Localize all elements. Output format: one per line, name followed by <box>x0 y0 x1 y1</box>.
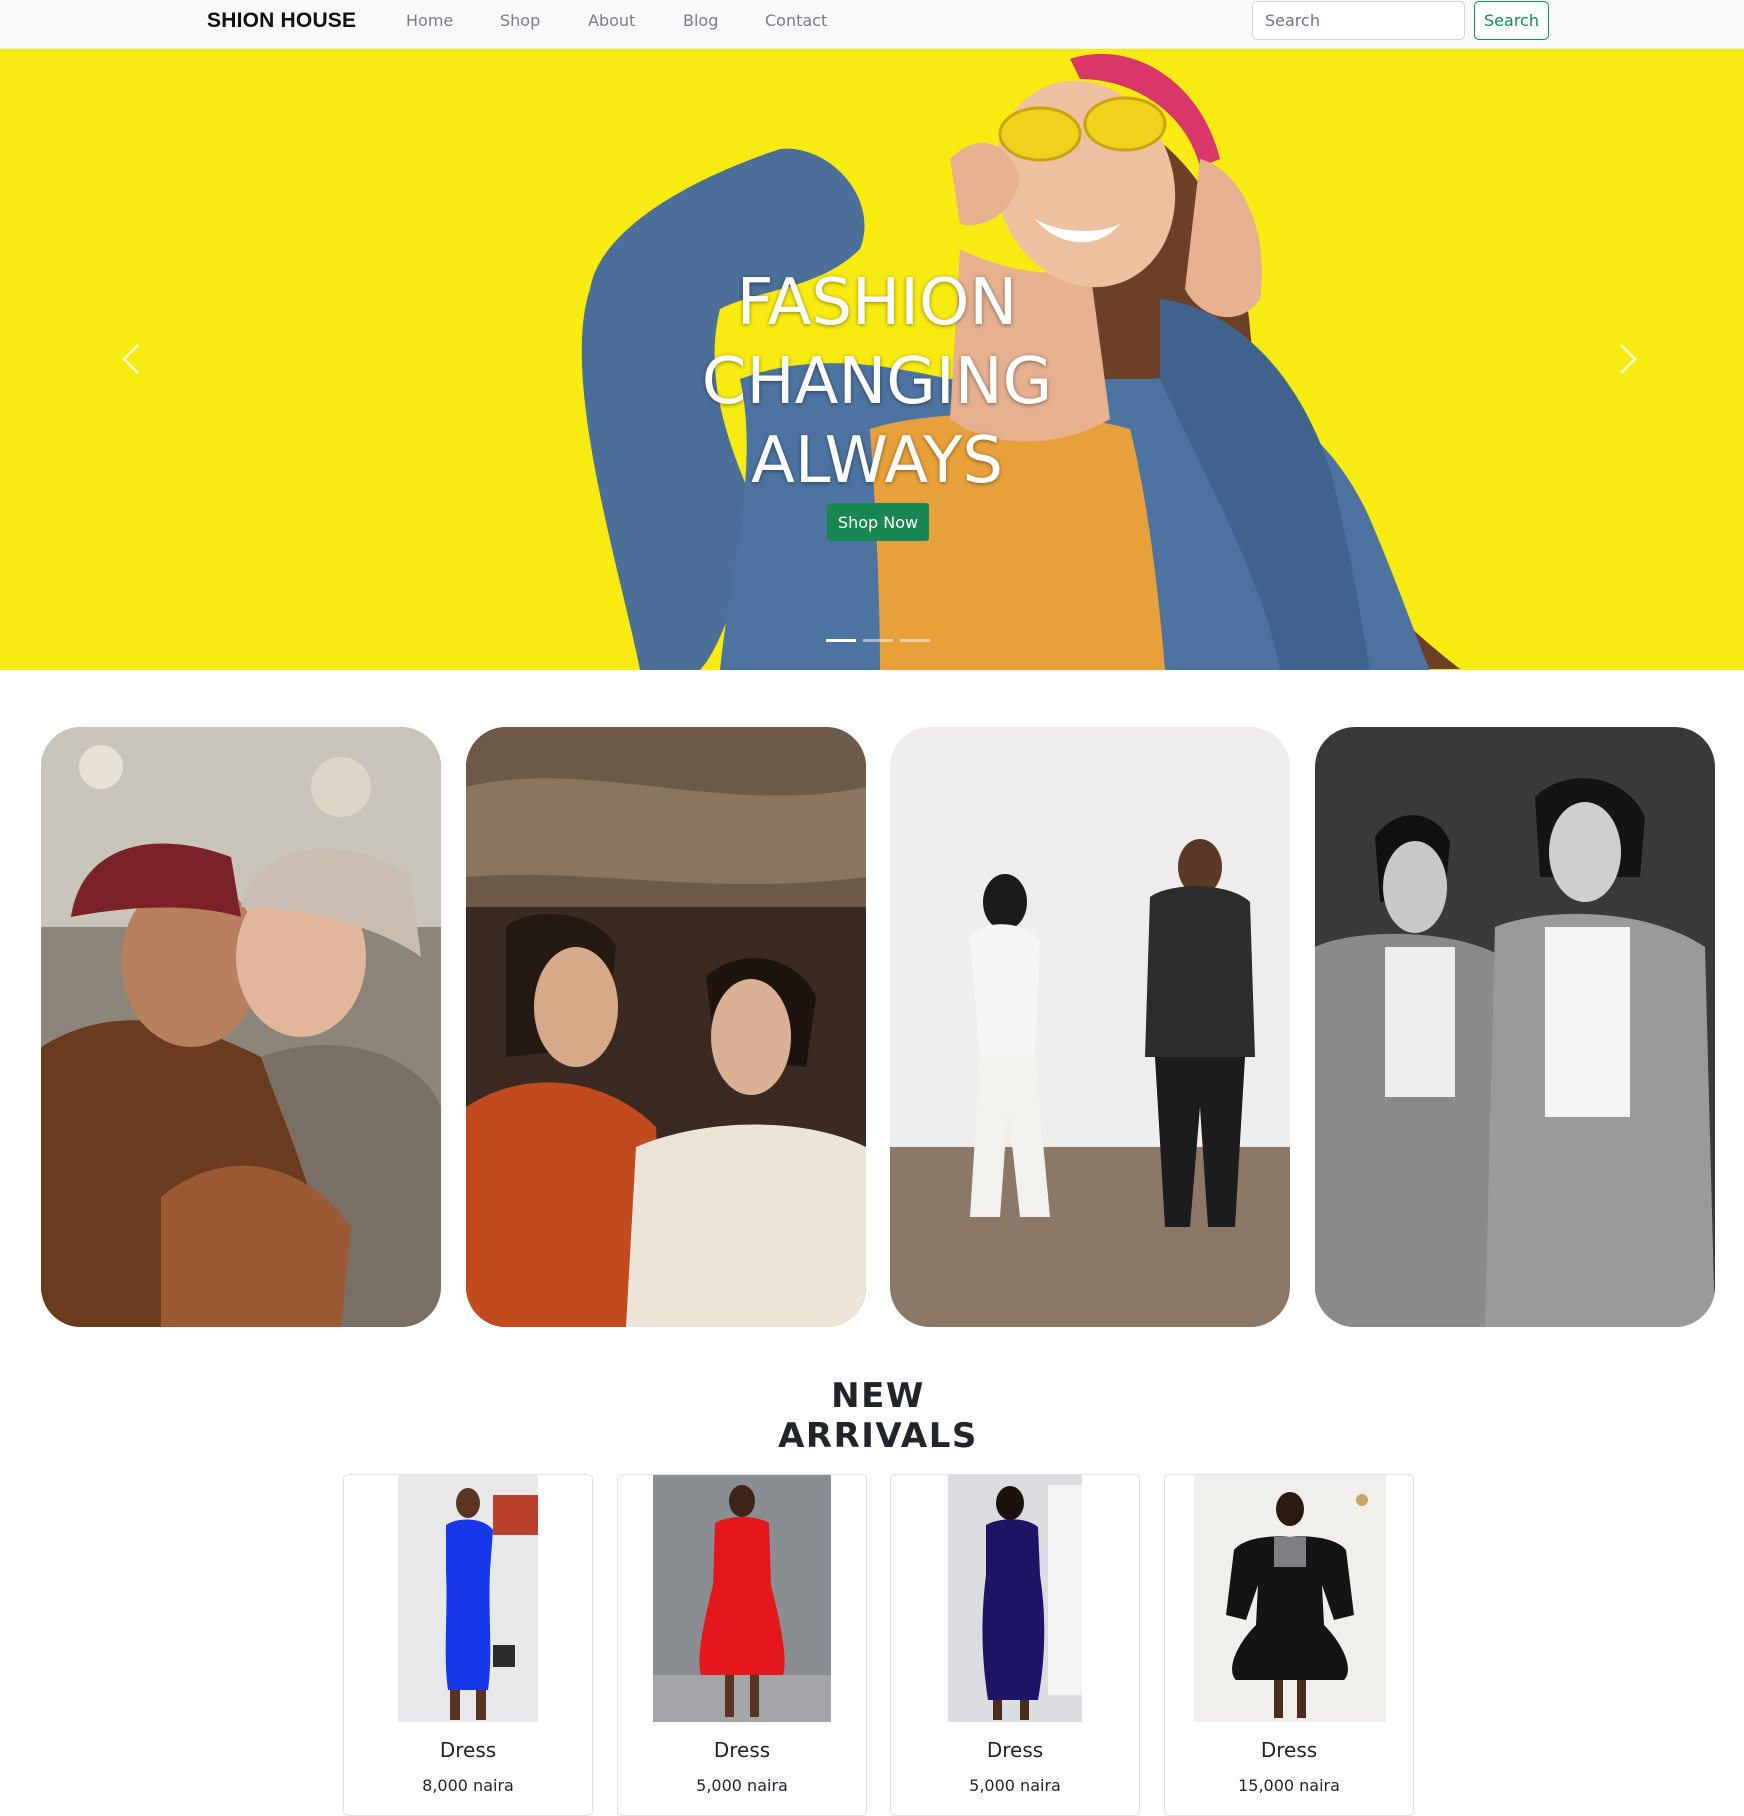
gallery-photo-1 <box>41 727 441 1327</box>
hero-heading-line-1: FASHION <box>736 266 1018 340</box>
brand-logo[interactable]: SHION HOUSE <box>207 9 356 33</box>
carousel-prev-icon[interactable] <box>112 339 152 379</box>
product-card-3[interactable]: Dress 5,000 naira <box>890 1474 1140 1816</box>
product-name: Dress <box>439 1738 497 1762</box>
two-men-suits-bw-photo <box>1315 727 1715 1327</box>
nav-link-about[interactable]: About <box>588 11 635 30</box>
search-input[interactable] <box>1252 1 1465 40</box>
top-navbar: SHION HOUSE Home Shop About Blog Contact… <box>0 0 1744 49</box>
product-price: 5,000 naira <box>696 1776 788 1795</box>
product-price: 8,000 naira <box>422 1776 514 1795</box>
gallery-photo-2 <box>466 727 866 1327</box>
product-card-4[interactable]: Dress 15,000 naira <box>1164 1474 1414 1816</box>
carousel-next-icon[interactable] <box>1607 339 1647 379</box>
carousel-indicator-3[interactable] <box>900 639 930 642</box>
product-card-1[interactable]: Dress 8,000 naira <box>343 1474 593 1816</box>
product-card-2[interactable]: Dress 5,000 naira <box>617 1474 867 1816</box>
couple-studio-photo <box>890 727 1290 1327</box>
nav-link-contact[interactable]: Contact <box>765 11 827 30</box>
product-image-navy-dress <box>948 1475 1082 1722</box>
product-name: Dress <box>1260 1738 1318 1762</box>
product-image-red-dress <box>653 1475 831 1722</box>
product-price: 5,000 naira <box>969 1776 1061 1795</box>
carousel-indicator-2[interactable] <box>863 639 893 642</box>
gallery-photo-3 <box>890 727 1290 1327</box>
hero-heading-line-3: ALWAYS <box>751 424 1003 498</box>
product-name: Dress <box>713 1738 771 1762</box>
shop-now-button[interactable]: Shop Now <box>827 503 929 541</box>
hero-carousel: FASHION CHANGING ALWAYS Shop Now <box>0 49 1744 670</box>
carousel-indicator-1[interactable] <box>826 639 856 642</box>
gallery-photo-4 <box>1315 727 1715 1327</box>
couple-winter-hats-photo <box>41 727 441 1327</box>
product-image-black-dress <box>1194 1475 1386 1722</box>
nav-link-shop[interactable]: Shop <box>500 11 540 30</box>
two-women-blazers-photo <box>466 727 866 1327</box>
search-button[interactable]: Search <box>1474 1 1549 40</box>
product-image-blue-dress <box>398 1475 538 1722</box>
product-name: Dress <box>986 1738 1044 1762</box>
product-price: 15,000 naira <box>1238 1776 1340 1795</box>
new-arrivals-heading: NEW ARRIVALS <box>778 1376 978 1456</box>
nav-link-home[interactable]: Home <box>406 11 453 30</box>
hero-heading: FASHION CHANGING ALWAYS <box>672 264 1082 501</box>
hero-heading-line-2: CHANGING <box>701 345 1053 419</box>
nav-link-blog[interactable]: Blog <box>683 11 718 30</box>
